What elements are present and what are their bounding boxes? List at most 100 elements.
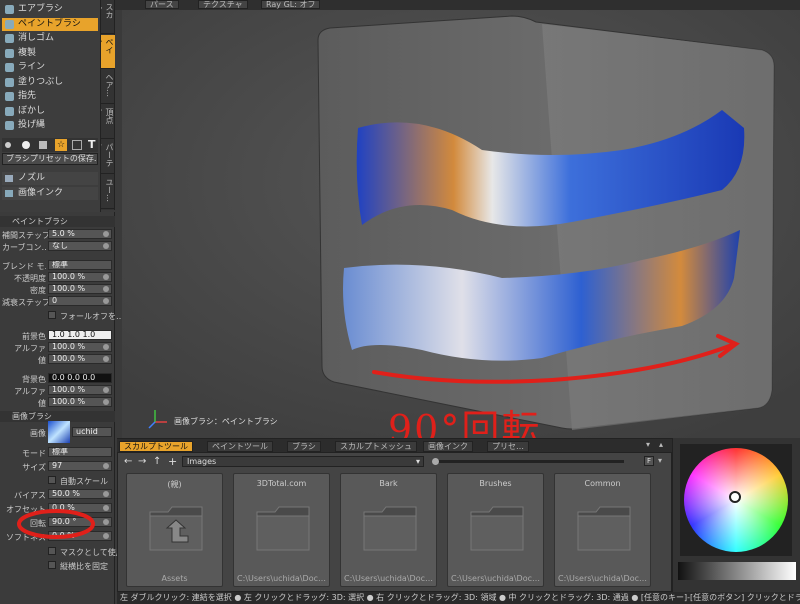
back-arrow-icon[interactable]: ← bbox=[124, 456, 132, 467]
interp-step-field[interactable]: 5.0 % bbox=[48, 229, 112, 239]
viewport-toolbar-button-0[interactable]: パース bbox=[145, 0, 179, 9]
lasso-icon bbox=[5, 121, 14, 130]
folder-name: Bark bbox=[379, 479, 398, 488]
side-tab-3[interactable]: 頂点マ… bbox=[101, 105, 115, 139]
3d-viewport[interactable]: 画像ブラシ：ペイントブラシ 90°回転 bbox=[122, 10, 800, 438]
side-tab-2[interactable]: ヘア… bbox=[101, 70, 115, 104]
folder-tile[interactable]: Common C:\Users\uchida\Doc… bbox=[554, 473, 651, 587]
use-as-mask-checkbox[interactable] bbox=[48, 547, 56, 555]
size-label: サイズ bbox=[22, 463, 46, 472]
tab-5[interactable]: プリセ… bbox=[487, 441, 529, 452]
side-tab-1[interactable]: ペイン… bbox=[101, 35, 115, 69]
options-icon[interactable]: ▾ bbox=[658, 456, 662, 465]
tab-3[interactable]: スカルプトメッシュ bbox=[335, 441, 417, 452]
bias-field[interactable]: 50.0 % bbox=[48, 489, 112, 499]
density-label: 密度 bbox=[30, 286, 46, 295]
round-brush-icon[interactable] bbox=[5, 142, 11, 148]
bg-color-field[interactable]: 0.0 0.0 0.0 bbox=[48, 373, 112, 383]
tool-paintbrush[interactable]: ペイントブラシ bbox=[2, 17, 98, 31]
folder-path: C:\Users\uchida\Doc… bbox=[451, 574, 540, 583]
auto-scale-label: 自動スケール bbox=[60, 477, 108, 486]
nozzle-label: ノズル bbox=[18, 173, 46, 183]
parent-folder-icon[interactable]: ↑ bbox=[153, 456, 161, 467]
filter-icon[interactable]: F bbox=[644, 456, 654, 466]
image-ink-label: 画像インク bbox=[18, 188, 64, 198]
fade-step-field[interactable]: 0 bbox=[48, 296, 112, 306]
thumbnail-size-slider[interactable] bbox=[432, 458, 624, 465]
image-ink-icon bbox=[5, 190, 13, 197]
tool-label: 投げ縄 bbox=[18, 120, 46, 130]
bg-value-field[interactable]: 100.0 % bbox=[48, 397, 112, 407]
square-brush-icon[interactable] bbox=[39, 141, 47, 149]
color-picker-panel bbox=[672, 438, 800, 592]
side-tab-0[interactable]: スカル… bbox=[101, 0, 115, 34]
curve-select[interactable]: なし bbox=[48, 241, 112, 251]
tool-line[interactable]: ライン bbox=[2, 61, 98, 74]
save-brush-preset-button[interactable]: ブラシプリセットの保存… bbox=[2, 153, 98, 165]
add-icon[interactable]: + bbox=[168, 455, 177, 468]
star-brush-icon[interactable]: ☆ bbox=[55, 139, 67, 151]
opacity-field[interactable]: 100.0 % bbox=[48, 272, 112, 282]
tab-1[interactable]: ペイントツール bbox=[207, 441, 273, 452]
fg-color-field[interactable]: 1.0 1.0 1.0 bbox=[48, 330, 112, 340]
tool-label: 塗りつぶし bbox=[18, 76, 64, 87]
tab-2[interactable]: ブラシ bbox=[287, 441, 321, 452]
folder-icon bbox=[149, 506, 203, 551]
viewport-toolbar-button-2[interactable]: Ray GL: オフ bbox=[261, 0, 321, 9]
image-name-field[interactable]: uchid bbox=[72, 427, 112, 437]
nozzle-button[interactable]: ノズル bbox=[2, 172, 98, 185]
mode-select[interactable]: 標準 bbox=[48, 447, 112, 457]
folder-tile[interactable]: 3DTotal.com C:\Users\uchida\Doc… bbox=[233, 473, 330, 587]
tool-blur[interactable]: ぼかし bbox=[2, 105, 98, 118]
image-ink-button[interactable]: 画像インク bbox=[2, 187, 98, 200]
tab-4[interactable]: 画像インク bbox=[423, 441, 473, 452]
tool-fill[interactable]: 塗りつぶし bbox=[2, 76, 98, 89]
clone-icon bbox=[5, 48, 14, 58]
text-brush-icon[interactable]: T bbox=[88, 138, 96, 151]
fg-alpha-field[interactable]: 100.0 % bbox=[48, 342, 112, 352]
value-gradient-bar[interactable] bbox=[678, 562, 796, 580]
path-select[interactable]: Images ▾ bbox=[182, 456, 424, 467]
image-brush-thumbnail[interactable] bbox=[48, 421, 70, 443]
bottom-tab-bar: スカルプトツール ペイントツール ブラシ スカルプトメッシュ 画像インク プリセ… bbox=[117, 438, 672, 452]
properties-panel: ペイントブラシ 補間ステップ 5.0 % カーブコン… なし ブレンド モ… 標… bbox=[0, 212, 124, 604]
tool-label: 複製 bbox=[18, 47, 37, 58]
procedural-brush-icon[interactable] bbox=[72, 140, 82, 150]
tab-0[interactable]: スカルプトツール bbox=[119, 441, 193, 452]
fg-value-label: 値 bbox=[38, 356, 46, 365]
lock-aspect-checkbox[interactable] bbox=[48, 561, 56, 569]
color-wheel[interactable] bbox=[680, 444, 792, 556]
tool-clone[interactable]: 複製 bbox=[2, 47, 98, 60]
lock-aspect-label: 縦横比を固定 bbox=[60, 562, 108, 571]
side-tab-4[interactable]: パーティ… bbox=[101, 140, 115, 174]
density-field[interactable]: 100.0 % bbox=[48, 284, 112, 294]
folder-tile[interactable]: Bark C:\Users\uchida\Doc… bbox=[340, 473, 437, 587]
color-wheel-disc[interactable] bbox=[684, 448, 788, 552]
falloff-checkbox[interactable] bbox=[48, 311, 56, 319]
slider-handle[interactable] bbox=[432, 458, 439, 465]
side-tab-5[interactable]: ユー… bbox=[101, 175, 115, 209]
folder-tile[interactable]: (親) Assets bbox=[126, 473, 223, 587]
paintbrush-section-header[interactable]: ペイントブラシ bbox=[0, 216, 115, 227]
fg-value-field[interactable]: 100.0 % bbox=[48, 354, 112, 364]
tab-menu-icon[interactable]: ▾ bbox=[646, 440, 656, 450]
tool-smudge[interactable]: 指先 bbox=[2, 90, 98, 103]
soft-brush-icon[interactable] bbox=[22, 141, 30, 149]
tool-lasso[interactable]: 投げ縄 bbox=[2, 119, 98, 132]
tool-airbrush[interactable]: エアブラシ bbox=[2, 3, 98, 16]
viewport-toolbar-button-1[interactable]: テクスチャ bbox=[198, 0, 248, 9]
bg-alpha-field[interactable]: 100.0 % bbox=[48, 385, 112, 395]
eraser-icon bbox=[5, 34, 14, 43]
tab-maximize-icon[interactable]: ▴ bbox=[659, 440, 669, 450]
blend-mode-select[interactable]: 標準 bbox=[48, 260, 112, 270]
auto-scale-checkbox[interactable] bbox=[48, 476, 56, 484]
folder-tile[interactable]: Brushes C:\Users\uchida\Doc… bbox=[447, 473, 544, 587]
fill-icon bbox=[5, 77, 14, 87]
folder-name: Brushes bbox=[479, 479, 512, 488]
tool-label: ライン bbox=[18, 62, 46, 72]
rotation-highlight-ellipse bbox=[17, 509, 95, 539]
forward-arrow-icon[interactable]: → bbox=[138, 456, 146, 467]
tool-eraser[interactable]: 消しゴム bbox=[2, 32, 98, 45]
size-field[interactable]: 97 bbox=[48, 461, 112, 471]
color-picker-handle[interactable] bbox=[729, 491, 741, 503]
